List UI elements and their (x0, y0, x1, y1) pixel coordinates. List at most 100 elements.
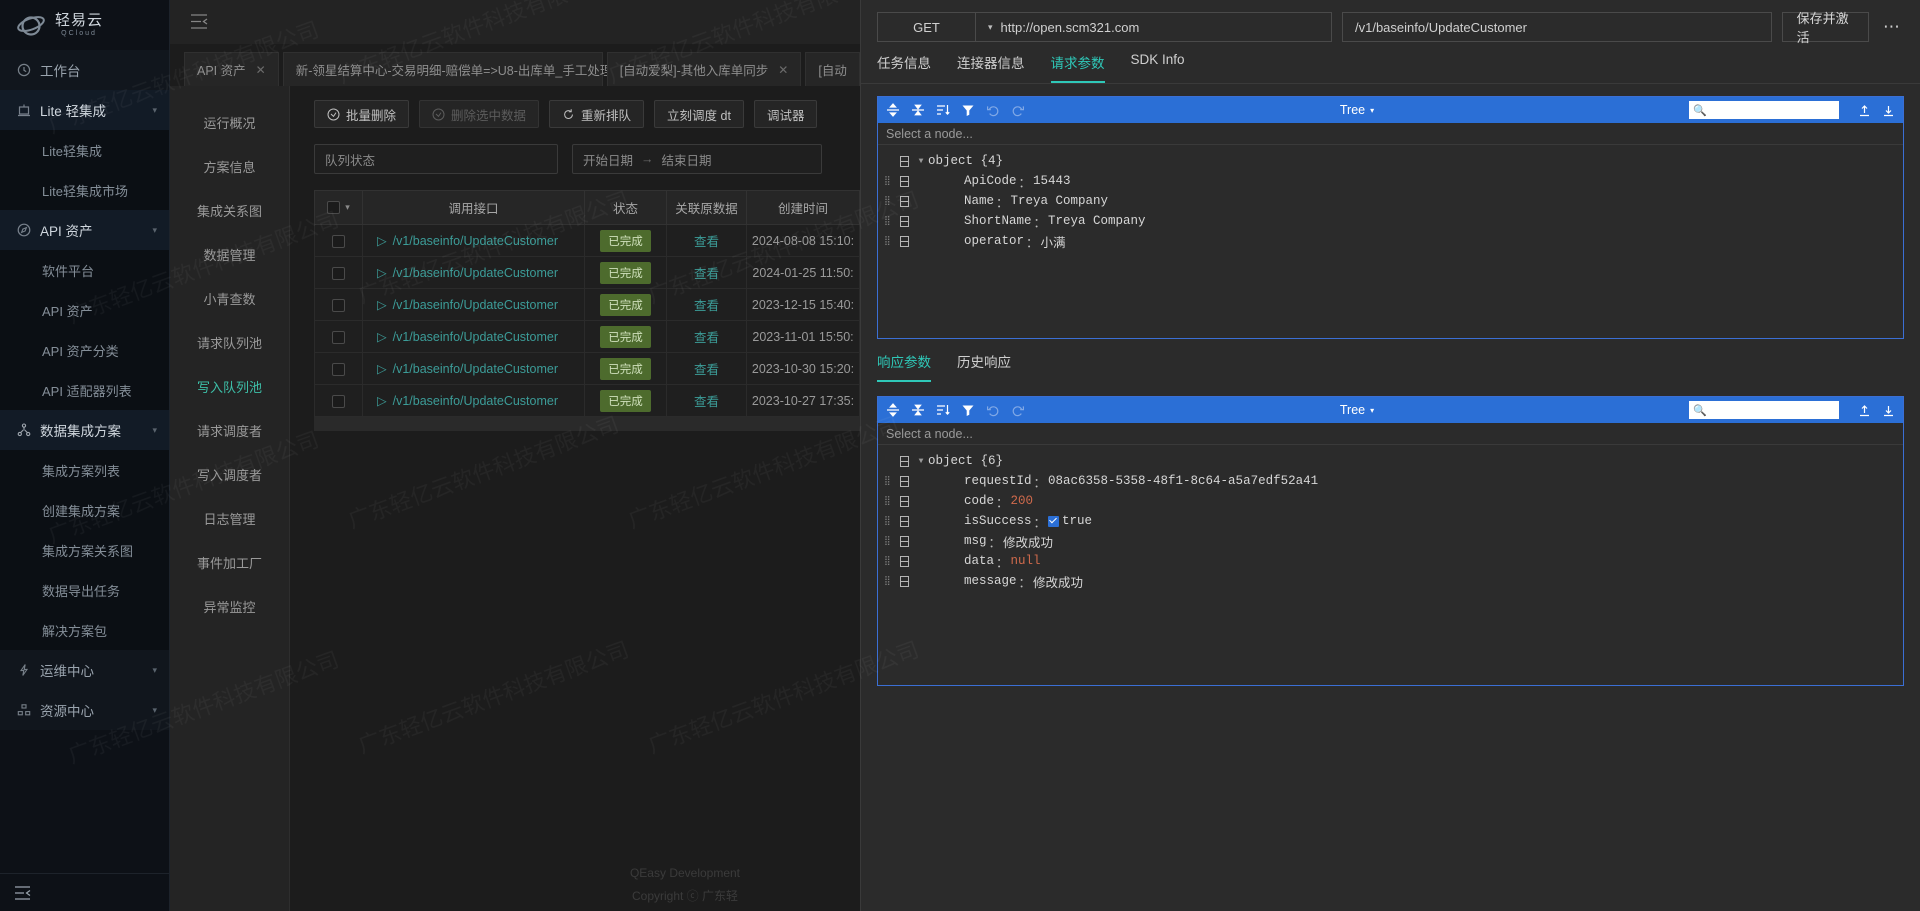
row-checkbox[interactable] (332, 362, 345, 376)
json-row[interactable]: ⣿ msg：修改成功 (878, 531, 1903, 551)
table-row[interactable]: ▷ /v1/baseinfo/UpdateCustomer 已完成 查看 2023… (314, 352, 860, 385)
sidebar-subitem-create-plan[interactable]: 创建集成方案 (0, 490, 169, 530)
table-row[interactable]: ▷ /v1/baseinfo/UpdateCustomer 已完成 查看 2023… (314, 288, 860, 321)
json-value[interactable]: 15443 (1033, 174, 1071, 188)
drag-handle[interactable]: ⣿ (878, 536, 894, 545)
path-field[interactable]: /v1/baseinfo/UpdateCustomer (1342, 12, 1772, 42)
sidebar-subitem-api-adapter-list[interactable]: API 适配器列表 (0, 370, 169, 410)
section-item-request-queue[interactable]: 请求队列池 (170, 320, 289, 364)
json-value[interactable]: true (1062, 514, 1092, 528)
filter-icon[interactable] (961, 103, 975, 117)
horizontal-scrollbar[interactable] (314, 416, 860, 431)
row-checkbox[interactable] (332, 330, 345, 344)
collapse-all-icon[interactable] (911, 103, 925, 117)
json-value[interactable]: 修改成功 (1003, 532, 1053, 551)
json-value[interactable]: 200 (1011, 494, 1034, 508)
response-editor-search[interactable]: 🔍 (1688, 401, 1839, 419)
drag-handle[interactable]: ⣿ (878, 496, 894, 505)
requeue-button[interactable]: 重新排队 (549, 100, 645, 128)
json-row[interactable]: ⣿ operator：小满 (878, 231, 1903, 251)
more-options-icon[interactable]: ⋯ (1879, 17, 1904, 37)
view-link[interactable]: 查看 (694, 395, 719, 409)
tab-response-params[interactable]: 响应参数 (877, 351, 931, 382)
json-row[interactable]: ⣿ ShortName： Treya Company (878, 211, 1903, 231)
json-value[interactable]: Treya Company (1048, 214, 1146, 228)
expand-all-icon[interactable] (886, 403, 900, 417)
json-value[interactable]: 小满 (1041, 232, 1066, 251)
sidebar-subitem-api-assets[interactable]: API 资产 (0, 290, 169, 330)
json-root-row[interactable]: ▼ object {6} (878, 451, 1903, 471)
sidebar-collapse-button[interactable] (0, 873, 169, 911)
table-scrollbar-row[interactable] (314, 416, 860, 431)
search-next-icon[interactable] (1882, 104, 1895, 117)
json-row[interactable]: ⣿ ApiCode： 15443 (878, 171, 1903, 191)
search-prev-icon[interactable] (1858, 404, 1871, 417)
json-value[interactable]: 修改成功 (1033, 572, 1083, 591)
view-link[interactable]: 查看 (694, 299, 719, 313)
table-row[interactable]: ▷ /v1/baseinfo/UpdateCustomer 已完成 查看 2023… (314, 320, 860, 353)
select-all-checkbox[interactable] (327, 201, 341, 214)
view-link[interactable]: 查看 (694, 363, 719, 377)
row-checkbox[interactable] (332, 394, 345, 408)
json-value[interactable]: 08ac6358-5358-48f1-8c64-a5a7edf52a41 (1048, 474, 1318, 488)
row-source-cell[interactable]: 查看 (666, 224, 747, 257)
drag-handle[interactable]: ⣿ (878, 576, 894, 585)
schedule-now-button[interactable]: 立刻调度 dt (654, 100, 744, 128)
json-value[interactable]: null (1011, 554, 1041, 568)
view-link[interactable]: 查看 (694, 235, 719, 249)
sidebar-subitem-api-category[interactable]: API 资产分类 (0, 330, 169, 370)
tab-sdk-info[interactable]: SDK Info (1131, 52, 1185, 83)
section-item-query[interactable]: 小青查数 (170, 276, 289, 320)
json-row[interactable]: ⣿ code： 200 (878, 491, 1903, 511)
close-icon[interactable]: ✕ (778, 63, 788, 77)
sidebar-subitem-plan-list[interactable]: 集成方案列表 (0, 450, 169, 490)
section-item-log-manage[interactable]: 日志管理 (170, 496, 289, 540)
view-link[interactable]: 查看 (694, 267, 719, 281)
queue-status-input[interactable]: 队列状态 (314, 144, 558, 174)
response-json-editor[interactable]: Tree ▾ 🔍 Select a node... ▼ object {6} ⣿ (877, 396, 1904, 686)
row-checkbox-cell[interactable] (314, 320, 363, 353)
tab-connector-info[interactable]: 连接器信息 (957, 52, 1025, 83)
filter-icon[interactable] (961, 403, 975, 417)
tab-request-params[interactable]: 请求参数 (1050, 52, 1105, 83)
tab-auto-partial[interactable]: [自动 (805, 52, 860, 86)
row-source-cell[interactable]: 查看 (666, 288, 747, 321)
batch-delete-button[interactable]: 批量删除 (314, 100, 410, 128)
endpoint-box[interactable]: GET ▾ http://open.scm321.com (877, 12, 1332, 42)
redo-icon[interactable] (1011, 103, 1025, 117)
editor-mode-select[interactable]: Tree ▾ (1340, 103, 1374, 117)
row-source-cell[interactable]: 查看 (666, 352, 747, 385)
drag-handle[interactable]: ⣿ (878, 216, 894, 225)
sort-icon[interactable] (936, 103, 950, 117)
request-editor-search[interactable]: 🔍 (1688, 101, 1839, 119)
json-value[interactable]: Treya Company (1011, 194, 1109, 208)
sidebar-item-resource-center[interactable]: 资源中心 ▾ (0, 690, 169, 730)
sidebar-item-data-integration[interactable]: 数据集成方案 ▾ (0, 410, 169, 450)
undo-icon[interactable] (986, 403, 1000, 417)
drag-handle[interactable]: ⣿ (878, 236, 894, 245)
sidebar-item-lite[interactable]: Lite 轻集成 ▾ (0, 90, 169, 130)
boolean-checkbox[interactable] (1048, 515, 1060, 527)
section-item-overview[interactable]: 运行概况 (170, 100, 289, 144)
sidebar-subitem-lite-market[interactable]: Lite轻集成市场 (0, 170, 169, 210)
row-checkbox-cell[interactable] (314, 288, 363, 321)
tab-response-history[interactable]: 历史响应 (957, 351, 1011, 382)
debugger-button[interactable]: 调试器 (753, 100, 818, 128)
sidebar-item-workbench[interactable]: 工作台 (0, 50, 169, 90)
row-api-cell[interactable]: ▷ /v1/baseinfo/UpdateCustomer (362, 384, 585, 417)
redo-icon[interactable] (1011, 403, 1025, 417)
sidebar-subitem-lite-integration[interactable]: Lite轻集成 (0, 130, 169, 170)
section-item-event-factory[interactable]: 事件加工厂 (170, 540, 289, 584)
json-row[interactable]: ⣿ isSuccess： true (878, 511, 1903, 531)
request-json-editor[interactable]: Tree ▾ 🔍 Select a node... ▼ object {4} ⣿ (877, 96, 1904, 339)
drag-handle[interactable]: ⣿ (878, 196, 894, 205)
section-item-write-scheduler[interactable]: 写入调度者 (170, 452, 289, 496)
chevron-down-icon[interactable]: ▼ (914, 157, 928, 166)
section-item-data-manage[interactable]: 数据管理 (170, 232, 289, 276)
row-checkbox-cell[interactable] (314, 352, 363, 385)
menu-collapse-icon[interactable] (190, 13, 208, 31)
chevron-down-icon[interactable]: ▼ (914, 457, 928, 466)
close-icon[interactable]: ✕ (256, 63, 266, 77)
row-source-cell[interactable]: 查看 (666, 320, 747, 353)
row-source-cell[interactable]: 查看 (666, 256, 747, 289)
